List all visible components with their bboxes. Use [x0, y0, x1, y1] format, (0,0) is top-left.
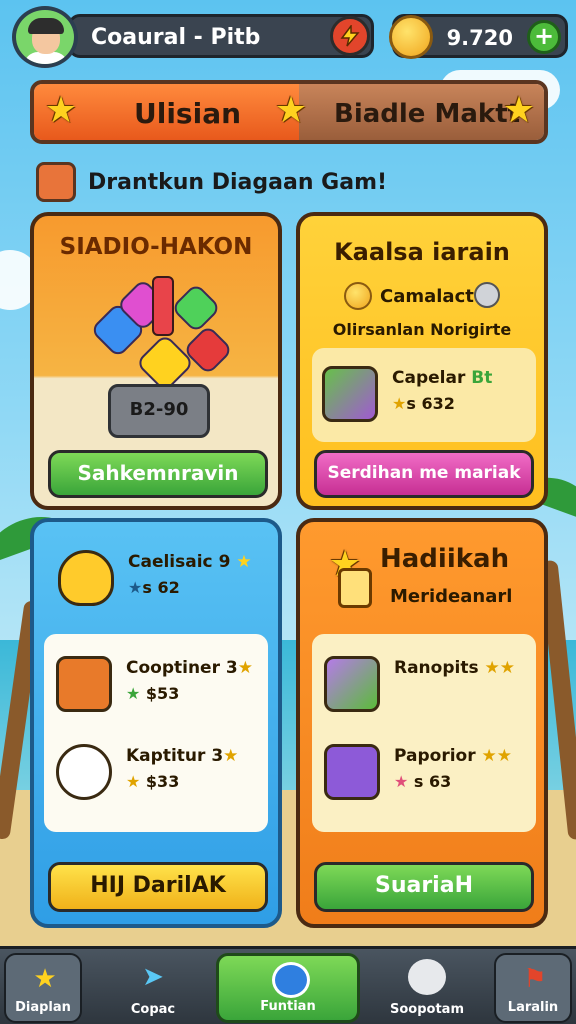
- plane-icon: ➤: [142, 962, 164, 992]
- player-name: Coaural - Pitb: [91, 25, 261, 50]
- avatar-body: [24, 52, 68, 64]
- avatar-hair: [28, 18, 64, 34]
- lightning-icon: [340, 25, 360, 47]
- backpack-icon: [56, 656, 112, 712]
- creature-icon: [408, 959, 446, 995]
- reward-card[interactable]: ★ Hadiikah Merideanarl Ranopits ★★ Papor…: [296, 518, 548, 928]
- add-currency-button[interactable]: +: [527, 20, 561, 54]
- items-panel: Cooptiner 3★ ★ $53 Kaptitur 3★ ★ $33: [44, 634, 268, 832]
- silver-coin-icon: [474, 282, 500, 308]
- red-crystal: [152, 276, 174, 336]
- nav-label: Funtian: [260, 999, 316, 1014]
- item-name: Kaptitur 3★: [126, 746, 239, 766]
- blocks-icon: [324, 656, 380, 712]
- nav-label: Laralin: [507, 1000, 559, 1015]
- cube-icon: [324, 744, 380, 800]
- reward-claim-button[interactable]: SuariaH: [314, 862, 534, 912]
- item-name: Paporior ★★: [394, 746, 513, 766]
- coin-icon: [389, 15, 433, 59]
- pencil-icon: [36, 162, 76, 202]
- offer-buy-button[interactable]: Serdihan me mariak: [314, 450, 534, 498]
- offer-item-panel: Capelar Bt ★s 632: [312, 348, 536, 442]
- top-bar: Coaural - Pitb 9.720 +: [8, 6, 568, 68]
- card-subtitle: Merideanarl: [390, 586, 513, 607]
- item-name: Cooptiner 3★: [126, 658, 253, 678]
- item-name: Ranopits ★★: [394, 658, 515, 678]
- items-buy-button[interactable]: HIJ DarilAK: [48, 862, 268, 912]
- offer-item-price: ★s 632: [392, 394, 455, 413]
- tab-right-label: Biadle Maktt: [334, 99, 521, 129]
- nav-item-laralin[interactable]: ⚑ Laralin: [494, 953, 572, 1023]
- buy-gems-label: Sahkemnravin: [77, 461, 239, 485]
- offer-item-name: Capelar Bt: [392, 368, 493, 388]
- reward-panel: Ranopits ★★ Paporior ★★ ★ s 63: [312, 634, 536, 832]
- star-icon: ★: [33, 964, 57, 994]
- green-gem: [170, 282, 222, 334]
- player-name-pill[interactable]: Coaural - Pitb: [68, 14, 374, 58]
- coin-icon: [344, 282, 372, 310]
- nav-label: Copac: [130, 1002, 176, 1017]
- top-item-price: ★s 62: [128, 578, 180, 597]
- offer-subline: Olirsanlan Norigirte: [332, 320, 512, 339]
- item-price: ★ s 63: [394, 772, 452, 791]
- star-icon: ★: [274, 90, 308, 131]
- ghost-creature-icon: [56, 744, 112, 800]
- circle-icon: [272, 962, 310, 998]
- reward-claim-label: SuariaH: [374, 873, 473, 898]
- nav-item-copac[interactable]: ➤ Copac: [114, 953, 192, 1023]
- gift-tag-icon: [338, 568, 372, 608]
- boost-button[interactable]: [330, 16, 370, 56]
- star-icon: ★: [44, 90, 78, 131]
- bottom-nav: ★ Diaplan ➤ Copac Funtian Soopotam ⚑ Lar…: [0, 946, 576, 1024]
- nav-label: Diaplan: [15, 1000, 71, 1015]
- item-price: ★ $33: [126, 772, 180, 791]
- gem-pedestal: B2-90: [108, 384, 210, 438]
- item-price: ★ $53: [126, 684, 180, 703]
- tab-left-label: Ulisian: [134, 97, 242, 130]
- coin-label: Camalacte: [380, 286, 487, 307]
- shop-banner: ★ Ulisian ★ Biadle Maktt ★: [30, 80, 548, 144]
- card-title: SIADIO-HAKON: [59, 234, 253, 260]
- gem-bundle-card[interactable]: SIADIO-HAKON B2-90 Sahkemnravin: [30, 212, 282, 510]
- top-item-name: Caelisaic 9 ★: [128, 552, 252, 572]
- offer-buy-label: Serdihan me mariak: [327, 463, 521, 483]
- chest-icon: [322, 366, 378, 422]
- special-offer-card[interactable]: Kaalsa iarain Camalacte Olirsanlan Norig…: [296, 212, 548, 510]
- currency-pill: 9.720 +: [389, 14, 568, 59]
- nav-item-funtian[interactable]: Funtian: [216, 953, 360, 1023]
- card-title: Hadiikah: [380, 544, 510, 574]
- buy-gems-button[interactable]: Sahkemnravin: [48, 450, 268, 498]
- items-card[interactable]: Caelisaic 9 ★ ★s 62 Cooptiner 3★ ★ $53 K…: [30, 518, 282, 928]
- nav-label: Soopotam: [390, 1002, 464, 1017]
- red-gem: [182, 324, 234, 376]
- avatar[interactable]: [12, 6, 78, 68]
- drop-creature-icon: [58, 550, 114, 606]
- flag-icon: ⚑: [523, 964, 547, 994]
- card-title: Kaalsa iarain: [334, 238, 510, 266]
- star-icon: ★: [502, 90, 536, 131]
- subtitle-text: Drantkun Diagaan Gam!: [88, 170, 388, 195]
- currency-value: 9.720: [446, 26, 513, 50]
- items-buy-label: HIJ DarilAK: [90, 873, 226, 898]
- gem-price: B2-90: [129, 399, 189, 420]
- nav-item-diaplan[interactable]: ★ Diaplan: [4, 953, 82, 1023]
- nav-item-soopotam[interactable]: Soopotam: [388, 953, 466, 1023]
